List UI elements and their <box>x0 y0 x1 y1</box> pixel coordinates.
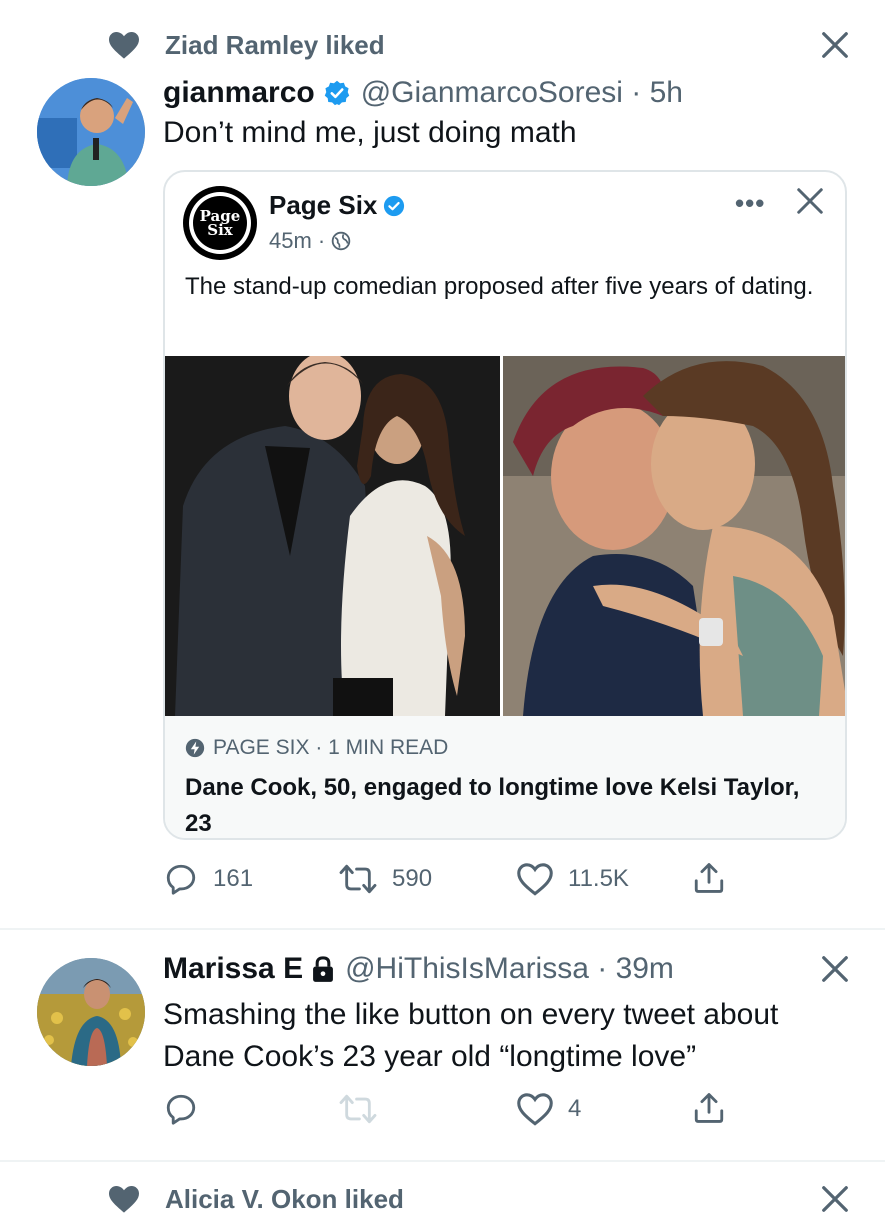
quoted-account-name[interactable]: Page Six <box>269 190 377 221</box>
page-six-logo[interactable]: Page Six <box>183 186 257 260</box>
like-count: 4 <box>568 1095 582 1122</box>
link-source: PAGE SIX · 1 MIN READ <box>213 736 449 759</box>
quoted-post-card[interactable]: Page Six Page Six 45m · ••• The stand-up… <box>163 170 847 840</box>
photo-couple-right: i <box>503 356 845 716</box>
social-context: Ziad Ramley liked <box>165 30 385 60</box>
link-preview[interactable]: PAGE SIX · 1 MIN READ Dane Cook, 50, eng… <box>165 716 845 838</box>
share-button[interactable] <box>692 1090 726 1126</box>
retweet-button[interactable]: 590 <box>338 862 432 896</box>
quoted-text: The stand-up comedian proposed after fiv… <box>185 273 814 300</box>
quoted-account-row: Page Six <box>269 190 405 221</box>
divider <box>0 1160 885 1162</box>
like-button[interactable]: 11.5K <box>516 862 629 896</box>
share-button[interactable] <box>692 860 726 896</box>
close-icon[interactable] <box>820 954 850 984</box>
link-title[interactable]: Dane Cook, 50, engaged to longtime love … <box>185 770 825 838</box>
globe-icon <box>331 231 351 251</box>
logo-text-six: Six <box>207 221 233 239</box>
heart-icon <box>107 30 141 60</box>
retweet-count: 590 <box>392 865 433 892</box>
author-name[interactable]: Marissa E <box>163 952 303 986</box>
retweet-button <box>338 1092 392 1126</box>
close-icon[interactable] <box>820 30 850 60</box>
lock-icon <box>311 955 335 983</box>
share-icon <box>692 1090 726 1126</box>
close-icon[interactable] <box>820 1184 850 1214</box>
bolt-icon <box>185 738 205 758</box>
author-row: gianmarco @GianmarcoSoresi · 5h <box>163 76 683 110</box>
heart-icon <box>516 1092 554 1126</box>
tweet-text: Don’t mind me, just doing math <box>163 116 577 149</box>
heart-icon <box>107 1184 141 1214</box>
close-icon[interactable] <box>795 186 825 216</box>
handle-time[interactable]: @GianmarcoSoresi · 5h <box>361 76 683 110</box>
reply-icon <box>163 1092 199 1126</box>
retweet-icon <box>338 862 378 896</box>
author-row: Marissa E @HiThisIsMarissa · 39m <box>163 952 674 986</box>
avatar[interactable] <box>37 78 145 186</box>
retweet-icon <box>338 1092 378 1126</box>
reply-icon <box>163 862 199 896</box>
reply-count: 161 <box>213 865 254 892</box>
divider <box>0 928 885 930</box>
like-count: 11.5K <box>568 865 629 892</box>
article-photo[interactable]: i <box>165 356 845 716</box>
verified-badge-icon <box>383 195 405 217</box>
reply-button[interactable]: 161 <box>163 862 253 896</box>
quoted-time: 45m · <box>269 228 326 253</box>
link-source-row: PAGE SIX · 1 MIN READ <box>185 736 448 760</box>
reply-button[interactable] <box>163 1092 213 1126</box>
quoted-time-row: 45m · <box>269 228 351 254</box>
photo-couple-left <box>165 356 500 716</box>
handle-time[interactable]: @HiThisIsMarissa · 39m <box>345 952 674 986</box>
verified-badge-icon <box>323 79 351 107</box>
author-name[interactable]: gianmarco <box>163 76 315 110</box>
like-button[interactable]: 4 <box>516 1092 581 1126</box>
tweet-text: Smashing the like button on every tweet … <box>163 998 779 1073</box>
heart-icon <box>516 862 554 896</box>
avatar[interactable] <box>37 958 145 1066</box>
more-options-icon[interactable]: ••• <box>735 188 765 219</box>
share-icon <box>692 860 726 896</box>
